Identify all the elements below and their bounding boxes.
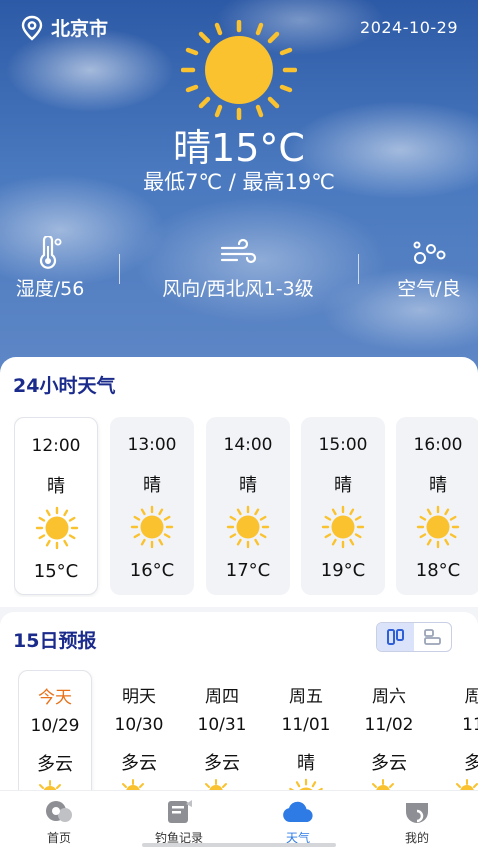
hour-temp: 18°C	[415, 560, 461, 581]
list-view-button[interactable]	[414, 623, 451, 651]
hour-condition: 晴	[334, 475, 352, 496]
home-indicator	[142, 843, 336, 847]
tab-weather[interactable]: 天气	[253, 797, 343, 846]
air-quality-icon	[413, 241, 446, 264]
day-weekday: 周四	[205, 687, 239, 707]
hour-item[interactable]: 16:00 晴 18°C	[396, 417, 478, 595]
sun-icon	[416, 505, 460, 549]
card-view-button[interactable]	[377, 623, 414, 651]
hourly-forecast-card: 24小时天气 12:00 晴 15°C 13:00 晴 16°C 14:00 晴…	[0, 357, 478, 607]
hour-condition: 晴	[47, 476, 65, 497]
city-name: 北京市	[51, 18, 109, 40]
day-weekday: 今天	[38, 688, 72, 708]
current-date: 2024-10-29	[360, 18, 458, 37]
location-pin-icon	[21, 15, 43, 41]
hour-time: 12:00	[31, 436, 81, 456]
hour-condition: 晴	[429, 475, 447, 496]
view-mode-toggle[interactable]	[376, 622, 452, 652]
weather-cloud-icon	[283, 801, 313, 823]
hour-condition: 晴	[239, 475, 257, 496]
day-condition: 晴	[297, 753, 315, 774]
hour-temp: 16°C	[129, 560, 175, 581]
humidity-label: 湿度/56	[15, 278, 85, 300]
hour-temp: 19°C	[320, 560, 366, 581]
day-item[interactable]: 明天 10/30 多云	[102, 670, 176, 802]
day-condition: 多云	[121, 753, 157, 774]
day-weekday: 周六	[372, 687, 406, 707]
day-date: 11/02	[364, 715, 414, 735]
day-condition: 多云	[204, 753, 240, 774]
daily-forecast-card: 15日预报 今天 10/29 多云 明天 10/30 多云 周四 10/31 多…	[0, 612, 478, 802]
hourly-title: 24小时天气	[13, 375, 116, 397]
list-view-icon	[423, 629, 441, 645]
stat-divider	[358, 254, 359, 284]
hour-condition: 晴	[143, 475, 161, 496]
hour-time: 15:00	[318, 435, 368, 455]
tab-label: 我的	[404, 831, 429, 845]
hour-temp: 17°C	[225, 560, 271, 581]
day-weekday: 明天	[122, 687, 156, 707]
day-weekday: 周	[464, 687, 478, 707]
day-date: 10/30	[114, 715, 164, 735]
hour-temp: 15°C	[33, 561, 79, 582]
daily-title: 15日预报	[13, 630, 97, 652]
tab-home[interactable]: 首页	[14, 797, 104, 846]
day-date: 11	[462, 715, 478, 735]
tab-profile[interactable]: 我的	[372, 797, 462, 846]
day-condition: 多云	[371, 753, 407, 774]
day-item[interactable]: 今天 10/29 多云	[18, 670, 92, 802]
day-item[interactable]: 周五 11/01 晴	[269, 670, 343, 802]
sun-icon	[35, 506, 79, 550]
card-view-icon	[386, 629, 404, 645]
air-quality-label: 空气/良	[397, 278, 461, 300]
humidity-stat: 湿度/56	[0, 236, 100, 301]
wind-label: 风向/西北风1-3级	[162, 278, 314, 300]
day-item[interactable]: 周六 11/02 多云	[352, 670, 426, 802]
hour-item[interactable]: 14:00 晴 17°C	[206, 417, 290, 595]
tab-fishing-log[interactable]: 钓鱼记录	[134, 797, 224, 846]
air-quality-stat: 空气/良	[380, 236, 478, 301]
wind-icon	[220, 238, 257, 264]
hour-item[interactable]: 12:00 晴 15°C	[14, 417, 98, 595]
day-date: 10/31	[197, 715, 247, 735]
hour-item[interactable]: 15:00 晴 19°C	[301, 417, 385, 595]
hour-time: 16:00	[413, 435, 463, 455]
sun-icon	[321, 505, 365, 549]
day-date: 11/01	[281, 715, 331, 735]
day-weekday: 周五	[289, 687, 323, 707]
sun-icon	[181, 20, 297, 120]
day-item[interactable]: 周四 10/31 多云	[185, 670, 259, 802]
hour-time: 13:00	[127, 435, 177, 455]
wind-stat: 风向/西北风1-3级	[120, 236, 356, 301]
hourly-list[interactable]: 12:00 晴 15°C 13:00 晴 16°C 14:00 晴 17°C 1…	[14, 417, 478, 597]
sun-icon	[130, 505, 174, 549]
day-condition: 多云	[37, 754, 73, 775]
sun-icon	[226, 505, 270, 549]
weather-stats: 湿度/56 风向/西北风1-3级 空气/良	[0, 236, 478, 306]
day-date: 10/29	[30, 716, 80, 736]
temp-range: 最低7℃ / 最高19℃	[143, 170, 335, 194]
current-condition-temp: 晴15°C	[173, 126, 305, 170]
weather-hero: 北京市 2024-10-29 晴15°C 最低7℃ / 最高19℃ 湿度/56 …	[0, 0, 478, 380]
profile-icon	[406, 803, 428, 823]
bottom-tab-bar: 首页 钓鱼记录 天气 我的	[0, 790, 478, 850]
tab-label: 首页	[46, 831, 71, 845]
day-condition: 多	[464, 753, 478, 774]
hour-item[interactable]: 13:00 晴 16°C	[110, 417, 194, 595]
day-item[interactable]: 周 11 多	[436, 670, 478, 802]
thermometer-icon	[39, 236, 62, 269]
daily-list[interactable]: 今天 10/29 多云 明天 10/30 多云 周四 10/31 多云 周五 1…	[18, 670, 478, 802]
home-icon	[46, 801, 72, 822]
fishing-log-icon	[168, 800, 192, 823]
hour-time: 14:00	[223, 435, 273, 455]
location-selector[interactable]: 北京市	[20, 14, 108, 41]
